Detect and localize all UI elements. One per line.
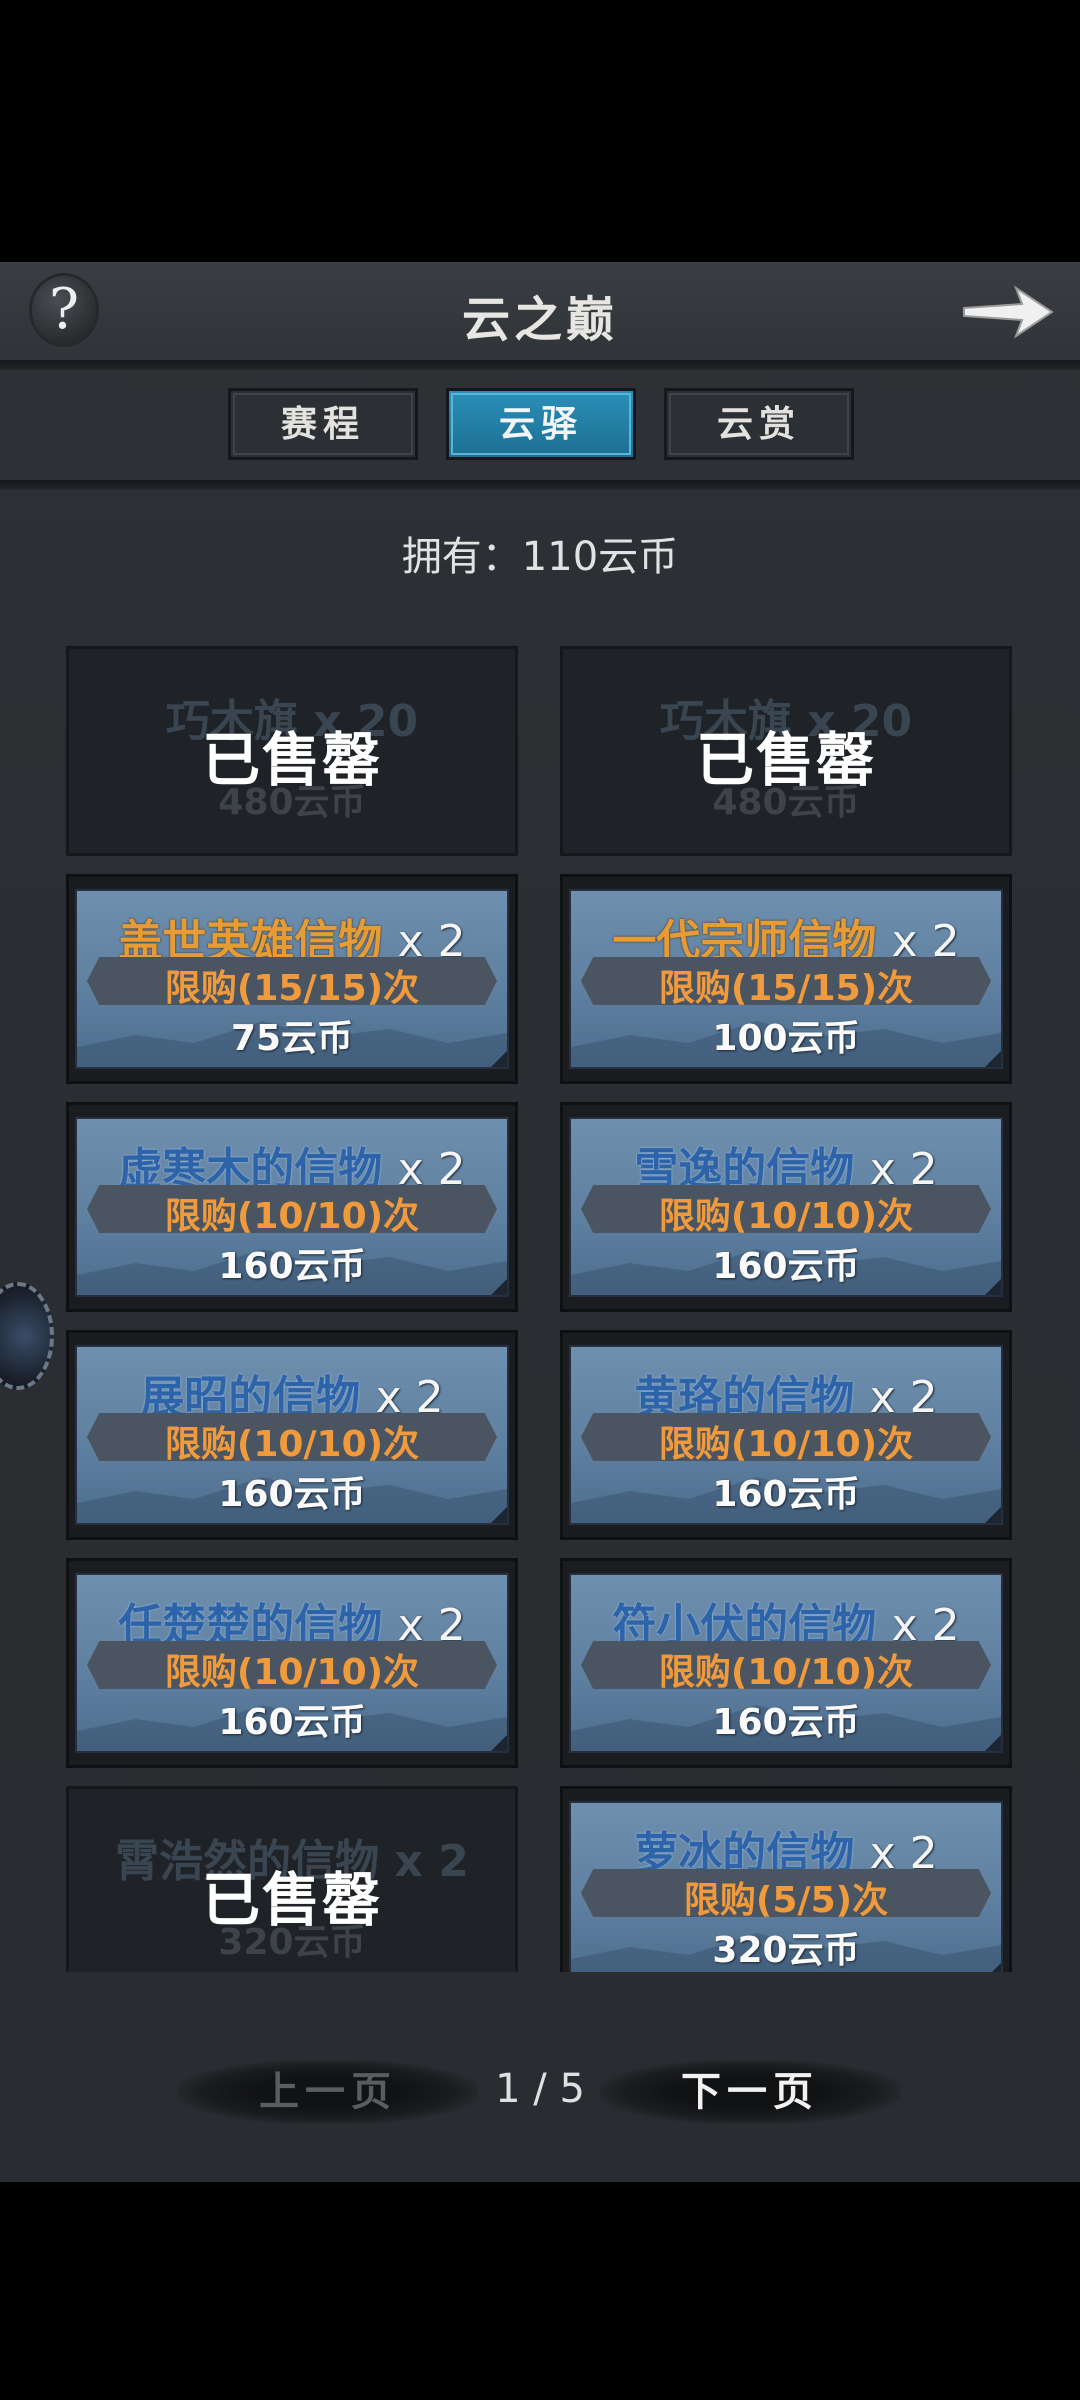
- item-card-face: 符小伏的信物 x 2 限购(10/10)次 160云币: [569, 1573, 1003, 1753]
- item-price: 100云币: [712, 1018, 860, 1059]
- shop-item-grid: 巧木旗 x 20 480云币 已售罄 巧木旗 x 20 480云币 已售罄 盖世英雄信物 x…: [66, 646, 1012, 1972]
- shop-item-card[interactable]: 虚寒木的信物 x 2 限购(10/10)次 160云币: [66, 1102, 518, 1312]
- shop-item-card[interactable]: 雪逸的信物 x 2 限购(10/10)次 160云币: [560, 1102, 1012, 1312]
- item-price: 160云币: [218, 1474, 366, 1515]
- item-card-face: 一代宗师信物 x 2 限购(15/15)次 100云币: [569, 889, 1003, 1069]
- header-bar: ? 云之巅: [0, 262, 1080, 362]
- shop-item-card[interactable]: 一代宗师信物 x 2 限购(15/15)次 100云币: [560, 874, 1012, 1084]
- shop-item-card-sold-out: 巧木旗 x 20 480云币 已售罄: [66, 646, 518, 856]
- sold-out-label: 已售罄: [695, 726, 876, 794]
- item-price: 160云币: [218, 1246, 366, 1287]
- prev-page-button[interactable]: 上一页: [178, 2060, 478, 2124]
- tab-yunyi-shop[interactable]: 云驿: [446, 388, 636, 460]
- corner-fold: [985, 1963, 1001, 1972]
- item-card-face: 任楚楚的信物 x 2 限购(10/10)次 160云币: [75, 1573, 509, 1753]
- item-card-face: 黄珞的信物 x 2 限购(10/10)次 160云币: [569, 1345, 1003, 1525]
- item-price: 160云币: [712, 1246, 860, 1287]
- shop-item-card[interactable]: 符小伏的信物 x 2 限购(10/10)次 160云币: [560, 1558, 1012, 1768]
- purchase-limit: 限购(10/10)次: [164, 1196, 420, 1237]
- shop-item-card[interactable]: 盖世英雄信物 x 2 限购(15/15)次 75云币: [66, 874, 518, 1084]
- purchase-limit: 限购(10/10)次: [658, 1652, 914, 1693]
- shop-screen: ? 云之巅 赛程 云驿 云赏 拥有：110云币 巧木旗 x 20 480云币 已售罄…: [0, 262, 1080, 2182]
- shop-item-card[interactable]: 展昭的信物 x 2 限购(10/10)次 160云币: [66, 1330, 518, 1540]
- corner-fold: [985, 1051, 1001, 1067]
- tab-rewards[interactable]: 云赏: [664, 388, 854, 460]
- shop-item-card[interactable]: 萝冰的信物 x 2 限购(5/5)次 320云币: [560, 1786, 1012, 1972]
- corner-fold: [491, 1051, 507, 1067]
- purchase-limit: 限购(15/15)次: [658, 968, 914, 1009]
- purchase-limit: 限购(10/10)次: [164, 1652, 420, 1693]
- corner-fold: [985, 1279, 1001, 1295]
- page-indicator: 1 / 5: [495, 2066, 585, 2112]
- item-price: 160云币: [712, 1702, 860, 1743]
- purchase-limit: 限购(10/10)次: [658, 1196, 914, 1237]
- next-page-button[interactable]: 下一页: [600, 2060, 900, 2124]
- tab-schedule[interactable]: 赛程: [228, 388, 418, 460]
- shop-item-card[interactable]: 任楚楚的信物 x 2 限购(10/10)次 160云币: [66, 1558, 518, 1768]
- item-price: 160云币: [712, 1474, 860, 1515]
- purchase-limit: 限购(10/10)次: [164, 1424, 420, 1465]
- purchase-limit: 限购(15/15)次: [164, 968, 420, 1009]
- shop-item-card-sold-out: 巧木旗 x 20 480云币 已售罄: [560, 646, 1012, 856]
- tabs-divider: [0, 480, 1080, 490]
- corner-fold: [491, 1735, 507, 1751]
- corner-fold: [491, 1507, 507, 1523]
- item-price: 320云币: [712, 1930, 860, 1971]
- corner-fold: [491, 1279, 507, 1295]
- item-card-face: 盖世英雄信物 x 2 限购(15/15)次 75云币: [75, 889, 509, 1069]
- shop-item-card[interactable]: 黄珞的信物 x 2 限购(10/10)次 160云币: [560, 1330, 1012, 1540]
- corner-fold: [985, 1735, 1001, 1751]
- sold-out-label: 已售罄: [201, 726, 382, 794]
- item-card-face: 萝冰的信物 x 2 限购(5/5)次 320云币: [569, 1801, 1003, 1972]
- item-price: 75云币: [230, 1018, 354, 1059]
- purchase-limit: 限购(5/5)次: [683, 1880, 889, 1921]
- page-title: 云之巅: [461, 292, 618, 348]
- header-divider: [0, 360, 1080, 370]
- item-card-face: 虚寒木的信物 x 2 限购(10/10)次 160云币: [75, 1117, 509, 1297]
- pagination: 上一页 1 / 5 下一页: [0, 2060, 1080, 2130]
- item-price: 160云币: [218, 1702, 366, 1743]
- item-card-face: 雪逸的信物 x 2 限购(10/10)次 160云币: [569, 1117, 1003, 1297]
- side-badge-icon[interactable]: [0, 1282, 54, 1390]
- tab-bar: 赛程 云驿 云赏: [228, 388, 854, 460]
- shop-item-card-sold-out: 霄浩然的信物 x 2 320云币 已售罄: [66, 1786, 518, 1972]
- purchase-limit: 限购(10/10)次: [658, 1424, 914, 1465]
- coin-balance: 拥有：110云币: [401, 534, 679, 580]
- item-card-face: 展昭的信物 x 2 限购(10/10)次 160云币: [75, 1345, 509, 1525]
- sold-out-label: 已售罄: [201, 1866, 382, 1934]
- arrow-right-icon[interactable]: [960, 282, 1056, 342]
- corner-fold: [985, 1507, 1001, 1523]
